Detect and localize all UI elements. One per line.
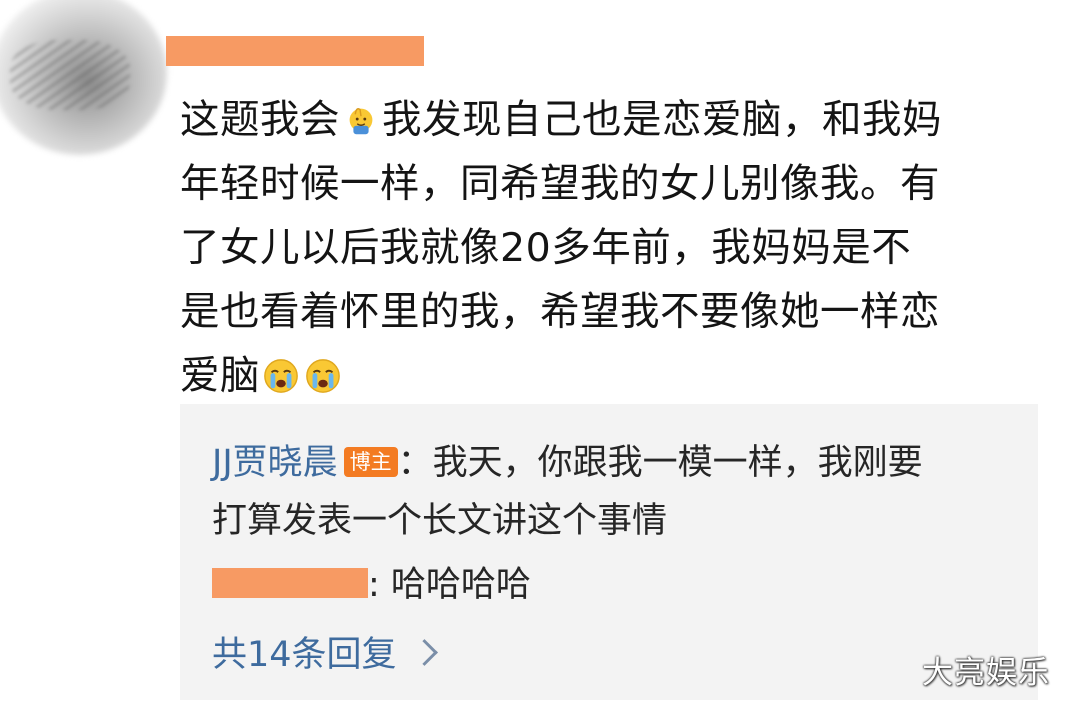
watermark: 大亮娱乐 bbox=[922, 655, 1050, 691]
view-more-replies-link[interactable]: 共14条回复 bbox=[212, 626, 438, 677]
comment-body: 这题我会 我发现自己也是恋爱脑，和我妈 年轻时候一样，同希望我的女儿别像我。有 … bbox=[180, 88, 1040, 408]
comment-line-1: 这题我会 我发现自己也是恋爱脑，和我妈 bbox=[180, 88, 1040, 152]
author-badge: 博主 bbox=[343, 447, 398, 477]
reply-username-redaction bbox=[212, 568, 368, 598]
reply-text-continued: 打算发表一个长文讲这个事情 bbox=[212, 501, 668, 541]
comment-text-segment: 我发现自己也是恋爱脑，和我妈 bbox=[382, 97, 942, 143]
reply-text: : 哈哈哈哈 bbox=[368, 565, 531, 605]
avatar-blur-detail bbox=[10, 40, 130, 110]
comment-line-2: 年轻时候一样，同希望我的女儿别像我。有 bbox=[180, 161, 940, 207]
comment-text-segment: 爱脑 bbox=[180, 353, 260, 399]
comment-screenshot: 这题我会 我发现自己也是恋爱脑，和我妈 年轻时候一样，同希望我的女儿别像我。有 … bbox=[0, 0, 1068, 712]
comment-line-5: 爱脑 bbox=[180, 344, 1040, 408]
comment-text-segment: 这题我会 bbox=[180, 97, 340, 143]
reply-item[interactable]: JJ贾晓晨 博主 ：我天，你跟我一模一样，我刚要 bbox=[212, 434, 923, 485]
reply-text: ：我天，你跟我一模一样，我刚要 bbox=[397, 443, 923, 483]
raising-hand-emoji-icon bbox=[349, 108, 373, 135]
crying-face-icon bbox=[306, 359, 340, 393]
author-name-redaction bbox=[166, 36, 424, 66]
chevron-right-icon bbox=[410, 639, 438, 666]
comment-line-4: 是也看着怀里的我，希望我不要像她一样恋 bbox=[180, 289, 940, 335]
reply-item[interactable]: : 哈哈哈哈 bbox=[212, 556, 531, 607]
crying-face-icon bbox=[264, 359, 298, 393]
reply-thread: JJ贾晓晨 博主 ：我天，你跟我一模一样，我刚要 打算发表一个长文讲这个事情 : 哈… bbox=[180, 404, 1038, 700]
more-replies-label: 共14条回复 bbox=[212, 635, 397, 675]
reply-username[interactable]: JJ贾晓晨 bbox=[212, 443, 338, 483]
comment-line-3: 了女儿以后我就像20多年前，我妈妈是不 bbox=[180, 225, 912, 271]
